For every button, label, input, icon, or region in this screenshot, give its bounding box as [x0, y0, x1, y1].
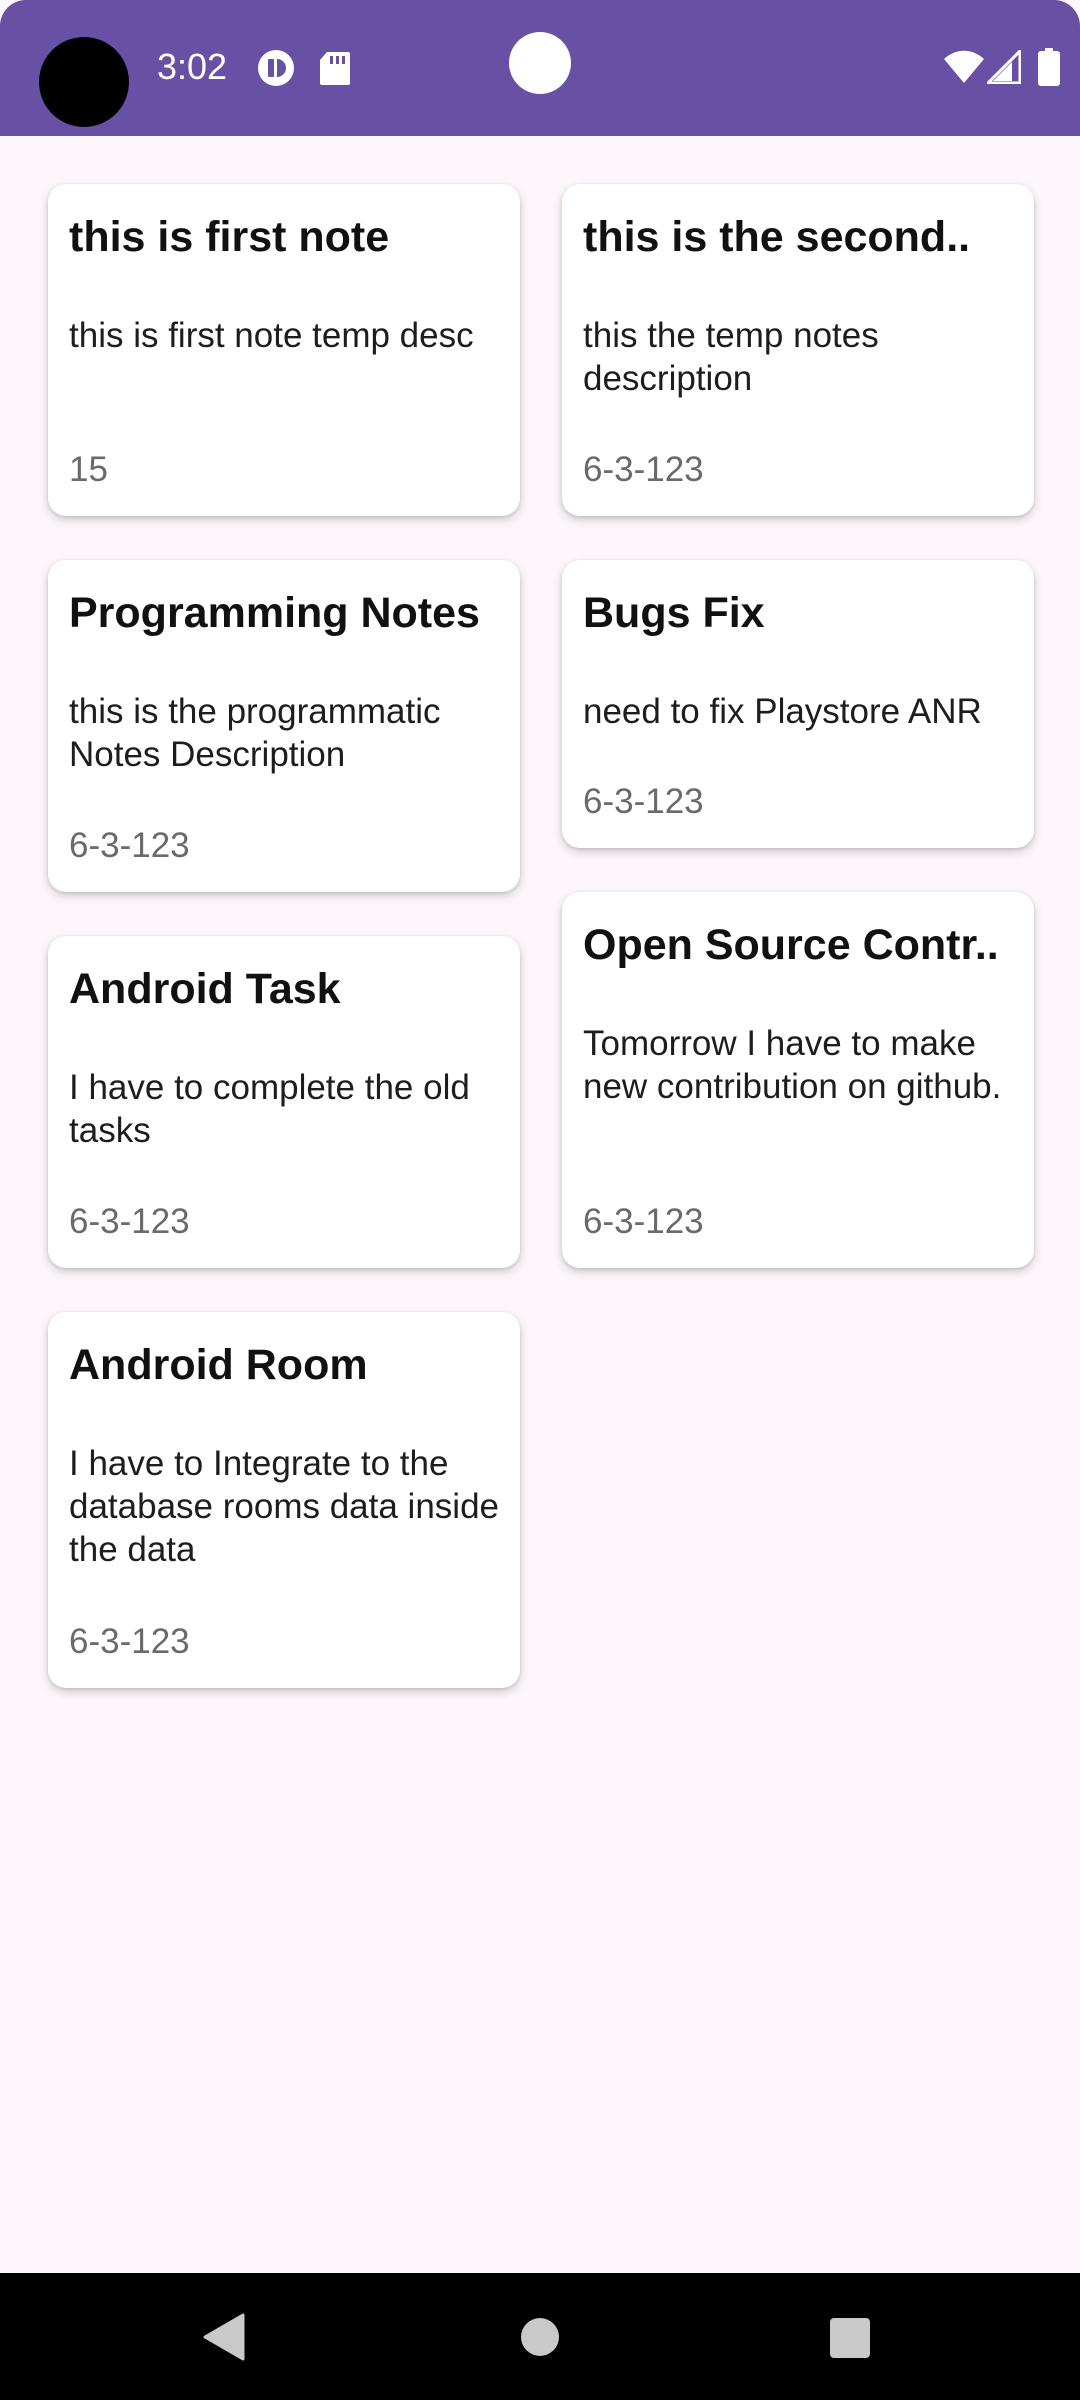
status-time: 3:02	[157, 46, 228, 87]
note-description: need to fix Playstore ANR	[583, 692, 982, 731]
battery-icon	[1038, 48, 1060, 86]
home-icon[interactable]	[521, 2318, 559, 2356]
navigation-bar	[0, 2273, 1080, 2400]
note-date: 6-3-123	[69, 826, 190, 865]
notification-icon	[258, 50, 294, 86]
note-description: this the temp notes description	[583, 316, 879, 398]
note-card[interactable]: Bugs Fix need to fix Playstore ANR 6-3-1…	[562, 560, 1034, 848]
note-date: 6-3-123	[69, 1202, 190, 1241]
note-description: Tomorrow I have to make new contribution…	[583, 1024, 1002, 1106]
wifi-icon	[944, 50, 984, 83]
note-description: I have to Integrate to the database room…	[69, 1444, 499, 1569]
note-description: this is the programmatic Notes Descripti…	[69, 692, 441, 774]
sd-card-icon	[320, 52, 350, 85]
note-date: 6-3-123	[69, 1622, 190, 1661]
note-date: 6-3-123	[583, 450, 704, 489]
back-icon[interactable]	[203, 2313, 245, 2361]
note-title: Android Room	[69, 1341, 368, 1389]
note-card[interactable]: Open Source Contr.. Tomorrow I have to m…	[562, 892, 1034, 1268]
note-description: I have to complete the old tasks	[69, 1068, 470, 1150]
note-title: Bugs Fix	[583, 589, 765, 637]
status-bar: 3:02	[0, 0, 1080, 136]
camera-cutout	[39, 37, 129, 127]
note-title: Programming Notes	[69, 589, 480, 637]
note-card[interactable]: this is first note this is first note te…	[48, 184, 520, 516]
note-description: this is first note temp desc	[69, 316, 474, 355]
note-title: this is the second..	[583, 213, 971, 261]
note-date: 15	[69, 450, 108, 489]
note-card[interactable]: Android Room I have to Integrate to the …	[48, 1312, 520, 1688]
note-title: Android Task	[69, 965, 341, 1013]
cell-signal-icon	[987, 50, 1021, 84]
front-camera-dot	[509, 32, 571, 94]
note-title: this is first note	[69, 213, 390, 261]
note-card[interactable]: this is the second.. this the temp notes…	[562, 184, 1034, 516]
recents-icon[interactable]	[830, 2318, 870, 2358]
note-date: 6-3-123	[583, 1202, 704, 1241]
note-card[interactable]: Android Task I have to complete the old …	[48, 936, 520, 1268]
note-date: 6-3-123	[583, 782, 704, 821]
note-title: Open Source Contr..	[583, 921, 999, 969]
note-card[interactable]: Programming Notes this is the programmat…	[48, 560, 520, 892]
